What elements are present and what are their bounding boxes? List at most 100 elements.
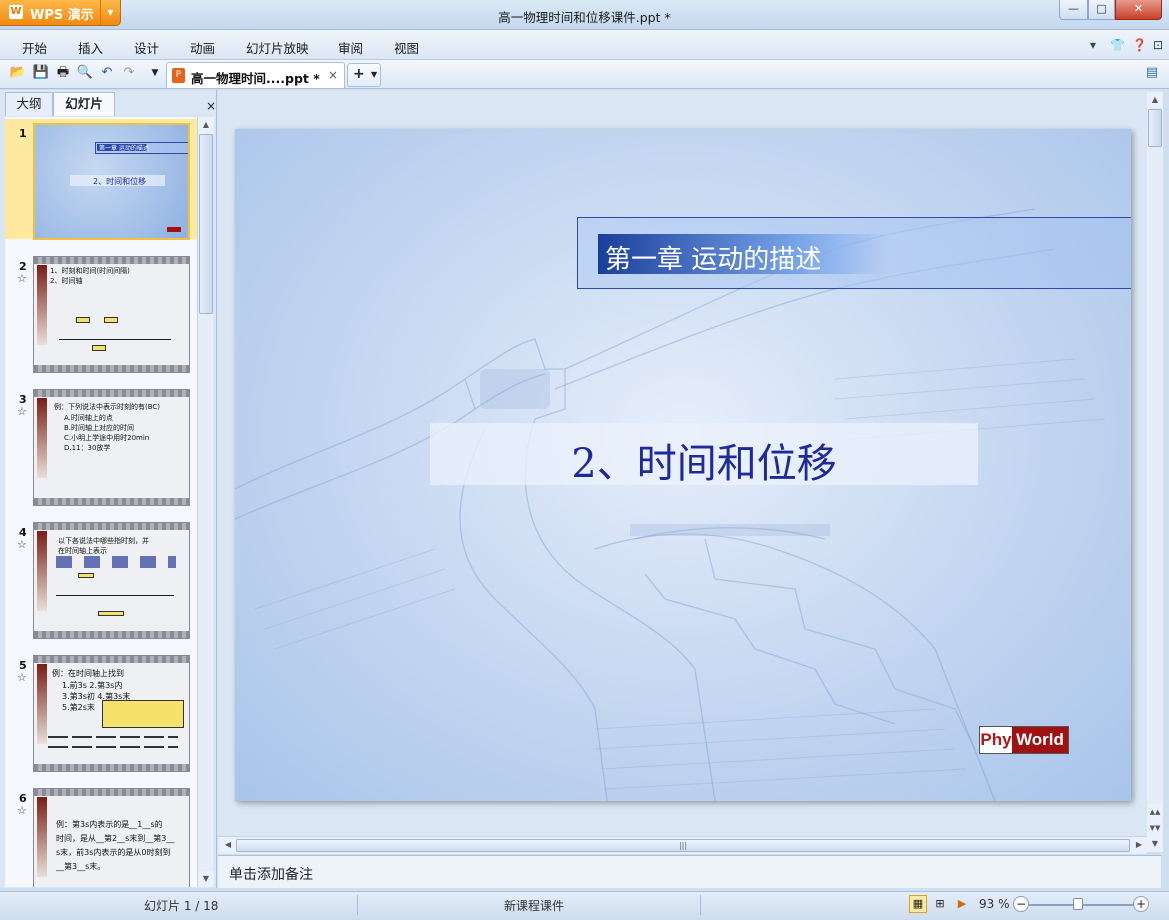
thumb-line: 例：下列说法中表示时刻的有(BC) xyxy=(54,403,161,411)
thumbnail-slide-6[interactable]: 6 ☆ 例：第3s内表示的是__1__s的 时间，是从__第2__s末到__第3… xyxy=(5,784,197,887)
status-bar: 幻灯片 1 / 18 新课程课件 ▦ ⊞ ▶ 93 % − + xyxy=(0,891,1169,920)
scroll-right-icon[interactable]: ▶ xyxy=(1131,837,1147,853)
minimize-button[interactable]: — xyxy=(1059,0,1088,20)
new-tab-button[interactable]: + ▼ xyxy=(347,63,381,87)
thumb-line: 5.第2s末 xyxy=(62,703,95,712)
menu-animation[interactable]: 动画 xyxy=(190,38,215,57)
scroll-down-icon[interactable]: ▼ xyxy=(198,871,214,887)
tab-outline[interactable]: 大纲 xyxy=(5,92,53,116)
next-slide-icon[interactable]: ▼▼ xyxy=(1147,820,1163,836)
slide-number: 1 xyxy=(19,127,27,140)
thumbnail-slide-3[interactable]: 3 ☆ 例：下列说法中表示时刻的有(BC) A.时间轴上的点 B.时间轴上对应的… xyxy=(5,385,197,506)
slides-panel: 大纲 幻灯片 × 1 第一章 运动的描述 2、时间和位移 2 ☆ 1、时刻和时间… xyxy=(0,90,217,888)
normal-view-icon[interactable]: ▦ xyxy=(909,895,927,913)
notes-placeholder[interactable]: 单击添加备注 xyxy=(229,864,313,884)
zoom-out-icon[interactable]: − xyxy=(1013,896,1029,912)
print-icon[interactable]: 🖶 xyxy=(54,64,72,82)
thumbnail-slide-1[interactable]: 1 第一章 运动的描述 2、时间和位移 xyxy=(5,119,197,240)
thumb-line: s末，前3s内表示的是从0时刻到 xyxy=(56,848,171,857)
thumbnail-slide-5[interactable]: 5 ☆ 例：在时间轴上找到 1.前3s 2.第3s内 3.第3s初 4.第3s末… xyxy=(5,651,197,772)
restore-ribbon-icon[interactable]: ⊡ xyxy=(1153,38,1163,52)
slide-editor: 第一章 运动的描述 2、时间和位移 Phy World ▲ ▲▲ ▼▼ ▼ ◀ … xyxy=(218,90,1163,854)
document-tab-label: 高一物理时间....ppt * xyxy=(191,71,320,86)
menu-slideshow[interactable]: 幻灯片放映 xyxy=(246,38,309,57)
editor-horizontal-scrollbar[interactable]: ◀ ||| ▶ xyxy=(218,836,1147,854)
tab-slides[interactable]: 幻灯片 xyxy=(53,92,115,116)
quick-access-toolbar: 📂 💾 🖶 🔍 ↶ ↷ ▼ P 高一物理时间....ppt * × + ▼ ▤ xyxy=(0,60,1169,89)
thumb-line: B.时间轴上对应的时间 xyxy=(64,424,135,432)
scroll-left-icon[interactable]: ◀ xyxy=(220,837,236,853)
thumbnail-slide-4[interactable]: 4 ☆ 以下各说法中哪些指时刻，并 在时间轴上表示 xyxy=(5,518,197,639)
panel-tabs: 大纲 幻灯片 × xyxy=(5,92,216,116)
zoom-level: 93 % xyxy=(979,897,1010,911)
thumb-line: 例：第3s内表示的是__1__s的 xyxy=(56,820,163,829)
thumb-line: 2、时间轴 xyxy=(50,277,83,285)
skin-icon[interactable]: 👕 xyxy=(1110,38,1125,52)
menu-bar: 开始 插入 设计 动画 幻灯片放映 审阅 视图 ▾ 👕 ❓ ⊡ xyxy=(0,30,1169,60)
save-icon[interactable]: 💾 xyxy=(32,64,50,82)
menu-view[interactable]: 视图 xyxy=(394,38,419,57)
slide-thumbnail[interactable]: 例：下列说法中表示时刻的有(BC) A.时间轴上的点 B.时间轴上对应的时间 C… xyxy=(33,389,190,506)
editor-vertical-scrollbar[interactable]: ▲ ▲▲ ▼▼ ▼ xyxy=(1147,92,1163,852)
document-tab[interactable]: P 高一物理时间....ppt * × xyxy=(166,62,345,88)
slide-counter: 幻灯片 1 / 18 xyxy=(144,899,219,913)
slide-title-box[interactable]: 2、时间和位移 xyxy=(430,423,978,487)
undo-icon[interactable]: ↶ xyxy=(98,64,116,82)
scroll-down-icon[interactable]: ▼ xyxy=(1147,836,1163,852)
zoom-slider-thumb[interactable] xyxy=(1073,898,1083,910)
scroll-thumb[interactable] xyxy=(1148,109,1162,147)
help-icon[interactable]: ❓ xyxy=(1132,38,1147,52)
animation-star-icon: ☆ xyxy=(17,405,27,418)
close-window-button[interactable]: ✕ xyxy=(1115,0,1162,20)
menu-insert[interactable]: 插入 xyxy=(78,38,103,57)
menu-home[interactable]: 开始 xyxy=(22,38,47,57)
customize-toolbar-icon[interactable]: ▼ xyxy=(146,64,164,82)
slide-thumbnail[interactable]: 例：在时间轴上找到 1.前3s 2.第3s内 3.第3s初 4.第3s末 5.第… xyxy=(33,655,190,772)
close-tab-icon[interactable]: × xyxy=(328,68,338,82)
thumb-line: 2、时间和位移 xyxy=(93,177,147,186)
animation-star-icon: ☆ xyxy=(17,272,27,285)
scroll-up-icon[interactable]: ▲ xyxy=(1147,92,1163,108)
ribbon-toggle-icon[interactable]: ▾ xyxy=(1090,38,1096,52)
chapter-title[interactable]: 第一章 运动的描述 xyxy=(605,239,821,276)
slide-thumbnail[interactable]: 例：第3s内表示的是__1__s的 时间，是从__第2__s末到__第3__ s… xyxy=(33,788,190,887)
slide-thumbnail[interactable]: 1、时刻和时间(时间间隔) 2、时间轴 xyxy=(33,256,190,373)
print-preview-icon[interactable]: 🔍 xyxy=(76,64,94,82)
logo-part: World xyxy=(1012,727,1068,753)
slide-canvas[interactable]: 第一章 运动的描述 2、时间和位移 Phy World xyxy=(235,129,1131,801)
animation-star-icon: ☆ xyxy=(17,671,27,684)
slide-thumbnail[interactable]: 以下各说法中哪些指时刻，并 在时间轴上表示 xyxy=(33,522,190,639)
thumbnail-slide-2[interactable]: 2 ☆ 1、时刻和时间(时间间隔) 2、时间轴 xyxy=(5,252,197,373)
close-panel-icon[interactable]: × xyxy=(206,99,216,113)
slideshow-icon[interactable]: ▶ xyxy=(953,895,971,913)
phyworld-logo: Phy World xyxy=(979,726,1069,754)
plus-icon[interactable]: + xyxy=(353,66,365,82)
thumb-line: A.时间轴上的点 xyxy=(64,414,113,422)
title-bar: W WPS 演示 ▼ 高一物理时间和位移课件.ppt * — □ ✕ xyxy=(0,0,1169,30)
thumbnail-scrollbar[interactable]: ▲ ▼ xyxy=(197,117,214,887)
thumbnail-list[interactable]: 1 第一章 运动的描述 2、时间和位移 2 ☆ 1、时刻和时间(时间间隔) 2、… xyxy=(5,117,197,887)
thumb-line: C.小明上学途中用时20min xyxy=(64,434,150,442)
window-layout-icon[interactable]: ▤ xyxy=(1143,64,1161,82)
animation-star-icon: ☆ xyxy=(17,804,27,817)
open-folder-icon[interactable]: 📂 xyxy=(9,64,27,82)
menu-design[interactable]: 设计 xyxy=(134,38,159,57)
previous-slide-icon[interactable]: ▲▲ xyxy=(1147,804,1163,820)
maximize-button[interactable]: □ xyxy=(1088,0,1115,20)
slide-sorter-icon[interactable]: ⊞ xyxy=(931,895,949,913)
zoom-in-icon[interactable]: + xyxy=(1133,896,1149,912)
scroll-thumb[interactable]: ||| xyxy=(236,839,1130,852)
menu-review[interactable]: 审阅 xyxy=(338,38,363,57)
thumb-line: 以下各说法中哪些指时刻，并 xyxy=(58,537,149,545)
logo-part: Phy xyxy=(980,727,1012,753)
chevron-down-icon[interactable]: ▼ xyxy=(371,70,377,79)
thumb-line: 第一章 运动的描述 xyxy=(99,145,149,152)
slide-thumbnail[interactable]: 第一章 运动的描述 2、时间和位移 xyxy=(33,123,190,240)
notes-pane[interactable]: 单击添加备注 xyxy=(218,855,1161,888)
scroll-up-icon[interactable]: ▲ xyxy=(198,117,214,133)
thumb-line: 时间，是从__第2__s末到__第3__ xyxy=(56,834,175,843)
scroll-thumb[interactable] xyxy=(199,134,213,314)
redo-icon[interactable]: ↷ xyxy=(120,64,138,82)
thumb-line: 在时间轴上表示 xyxy=(58,547,107,555)
slide-title[interactable]: 2、时间和位移 xyxy=(430,431,978,489)
